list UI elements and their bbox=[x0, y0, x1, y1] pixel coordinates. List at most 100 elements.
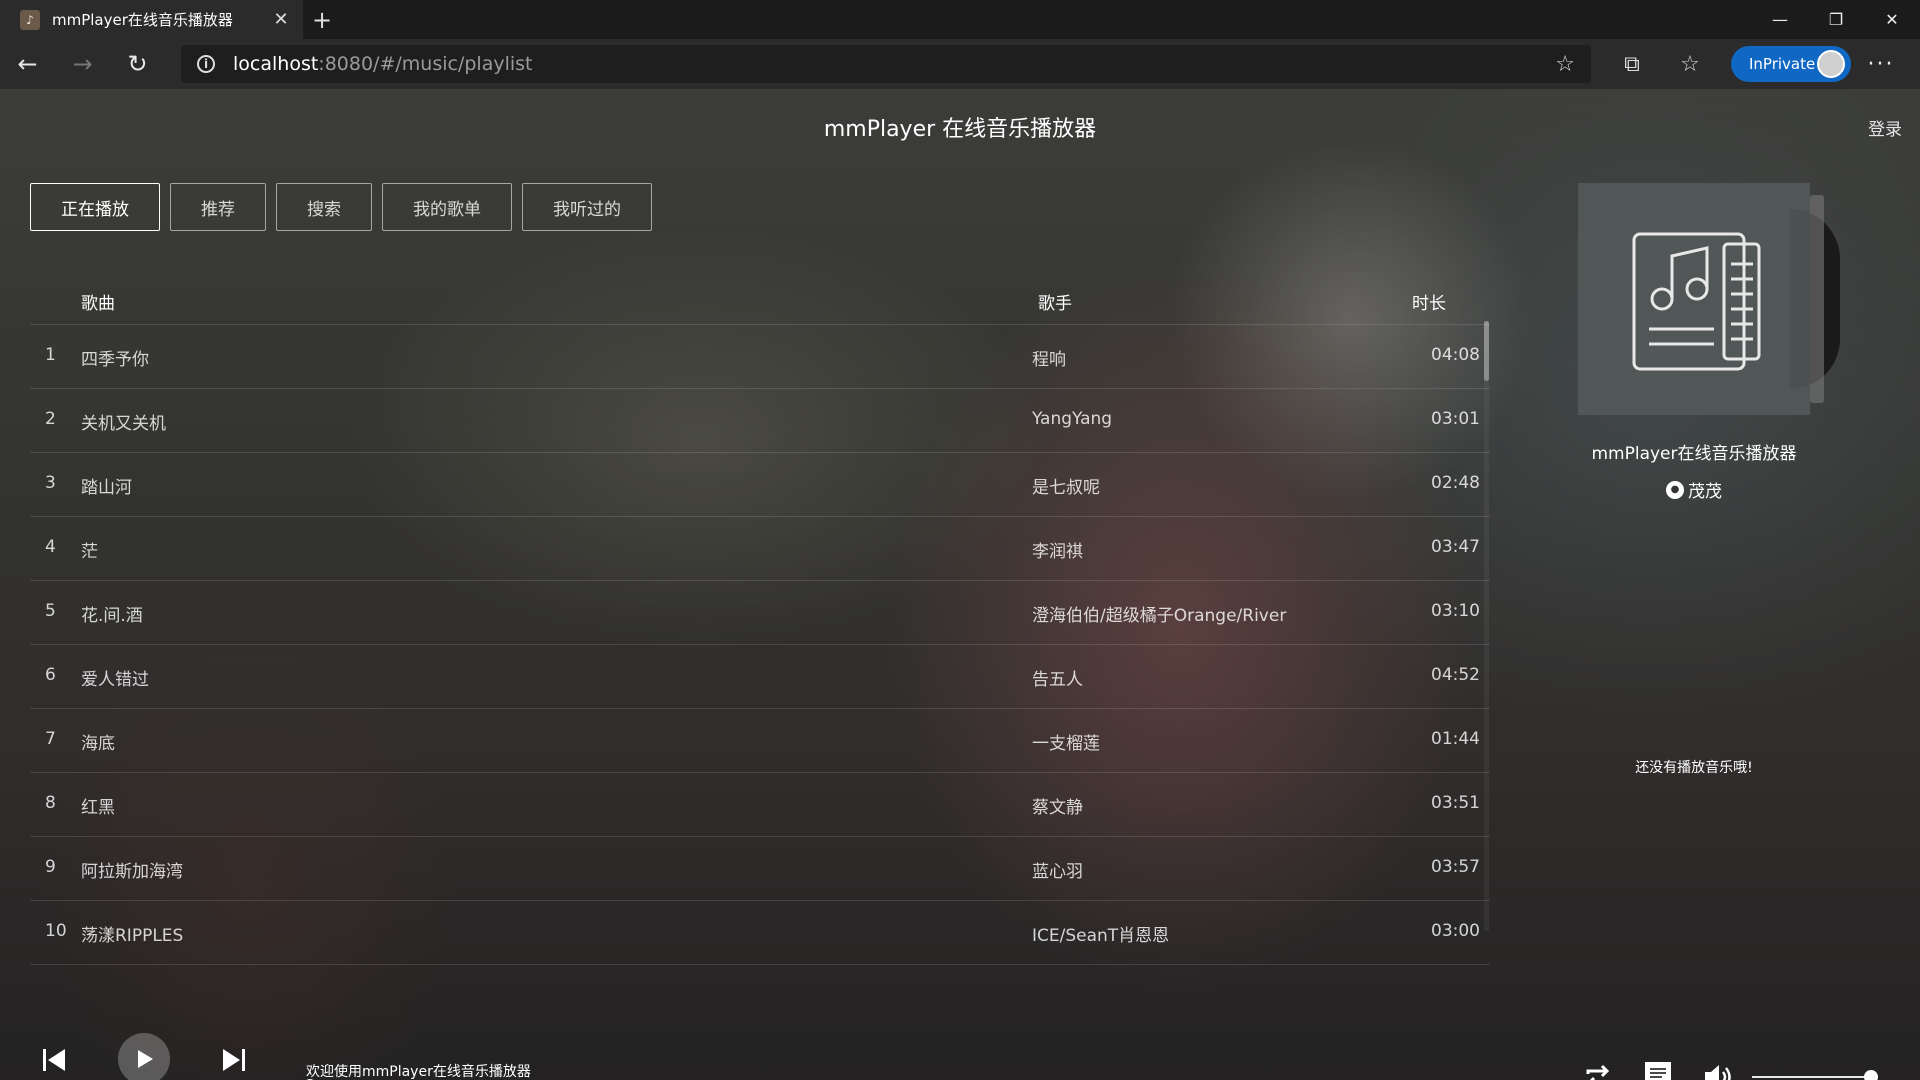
tab-search[interactable]: 搜索 bbox=[276, 183, 372, 231]
site-info-icon[interactable]: i bbox=[197, 55, 215, 73]
login-link[interactable]: 登录 bbox=[1868, 115, 1902, 140]
forward-button[interactable]: → bbox=[55, 39, 110, 89]
song-name: 爱人错过 bbox=[81, 670, 149, 690]
new-tab-button[interactable]: + bbox=[303, 0, 341, 39]
close-window-icon[interactable]: ✕ bbox=[1864, 0, 1920, 39]
volume-slider[interactable] bbox=[1752, 1070, 1878, 1080]
singer-name: YangYang bbox=[1032, 409, 1113, 429]
site-favicon-icon: ♪ bbox=[20, 9, 40, 30]
no-music-message: 还没有播放音乐哦! bbox=[1635, 760, 1753, 776]
song-name: 阿拉斯加海湾 bbox=[81, 862, 183, 882]
inprivate-label: InPrivate bbox=[1749, 55, 1816, 73]
column-duration: 时长 bbox=[1412, 294, 1446, 314]
song-duration: 03:51 bbox=[1431, 793, 1480, 813]
playlist-header: 歌曲 歌手 时长 bbox=[30, 273, 1490, 325]
table-row[interactable]: 10 荡漾RIPPLES ICE/SeanT肖恩恩 03:00 bbox=[30, 901, 1490, 965]
singer-name: 一支榴莲 bbox=[1032, 734, 1100, 754]
singer-name: 李润祺 bbox=[1032, 542, 1083, 562]
song-name: 荡漾RIPPLES bbox=[81, 926, 184, 946]
singer-name: 澄海伯伯/超级橘子Orange/River bbox=[1032, 606, 1287, 626]
table-row[interactable]: 5 花.间.酒 澄海伯伯/超级橘子Orange/River 03:10 bbox=[30, 581, 1490, 645]
browser-toolbar: ← → ↻ i localhost:8080/#/music/playlist … bbox=[0, 39, 1920, 89]
singer-name: 是七叔呢 bbox=[1032, 478, 1100, 498]
song-name: 踏山河 bbox=[81, 478, 132, 498]
address-input[interactable]: i localhost:8080/#/music/playlist ☆ bbox=[181, 45, 1591, 83]
table-row[interactable]: 7 海底 一支榴莲 01:44 bbox=[30, 709, 1490, 773]
profile-avatar bbox=[1817, 50, 1845, 78]
cover-edge bbox=[1810, 195, 1824, 403]
playlist: 1 四季予你 程响 04:08 2 关机又关机 YangYang 03:01 3 踏山河 是七叔呢 0… bbox=[30, 325, 1490, 965]
song-duration: 02:48 bbox=[1431, 473, 1480, 493]
song-index: 3 bbox=[45, 473, 56, 493]
song-name: 花.间.酒 bbox=[81, 606, 143, 626]
singer-name: ICE/SeanT肖恩恩 bbox=[1032, 926, 1170, 946]
song-name: 红黑 bbox=[81, 798, 115, 818]
more-menu-icon[interactable]: ··· bbox=[1851, 39, 1911, 89]
tab-recommend[interactable]: 推荐 bbox=[170, 183, 266, 231]
tab-my-playlist[interactable]: 我的歌单 bbox=[382, 183, 512, 231]
browser-tabbar: ♪ mmPlayer在线音乐播放器 ✕ + — ❐ ✕ bbox=[0, 0, 1920, 39]
close-tab-icon[interactable]: ✕ bbox=[272, 9, 290, 30]
song-index: 5 bbox=[45, 601, 56, 621]
volume-handle[interactable] bbox=[1864, 1070, 1878, 1080]
table-row[interactable]: 6 爱人错过 告五人 04:52 bbox=[30, 645, 1490, 709]
sidebar-app-name: mmPlayer在线音乐播放器 bbox=[1591, 444, 1797, 464]
minimize-icon[interactable]: — bbox=[1752, 0, 1808, 39]
album-cover bbox=[1578, 183, 1810, 415]
table-row[interactable]: 3 踏山河 是七叔呢 02:48 bbox=[30, 453, 1490, 517]
table-row[interactable]: 2 关机又关机 YangYang 03:01 bbox=[30, 389, 1490, 453]
singer-name: 蔡文静 bbox=[1032, 798, 1083, 818]
volume-icon[interactable] bbox=[1700, 1059, 1736, 1080]
song-index: 8 bbox=[45, 793, 56, 813]
song-index: 1 bbox=[45, 345, 56, 365]
song-index: 10 bbox=[45, 921, 67, 941]
refresh-button[interactable]: ↻ bbox=[110, 39, 165, 89]
song-name: 关机又关机 bbox=[81, 414, 166, 434]
song-duration: 03:47 bbox=[1431, 537, 1480, 557]
song-duration: 03:10 bbox=[1431, 601, 1480, 621]
song-duration: 03:01 bbox=[1431, 409, 1480, 429]
table-row[interactable]: 4 茫 李润祺 03:47 bbox=[30, 517, 1490, 581]
nav-tabs: 正在播放 推荐 搜索 我的歌单 我听过的 bbox=[30, 183, 652, 231]
song-index: 4 bbox=[45, 537, 56, 557]
browser-tab[interactable]: ♪ mmPlayer在线音乐播放器 ✕ bbox=[0, 0, 303, 39]
song-duration: 04:52 bbox=[1431, 665, 1480, 685]
url-host: localhost bbox=[233, 53, 319, 75]
song-index: 7 bbox=[45, 729, 56, 749]
window-controls: — ❐ ✕ bbox=[1752, 0, 1920, 39]
author-link[interactable]: ● 茂茂 bbox=[1578, 477, 1810, 502]
github-icon: ● bbox=[1666, 480, 1684, 499]
tab-now-playing[interactable]: 正在播放 bbox=[30, 183, 160, 231]
collections-icon[interactable]: ⧉ bbox=[1603, 39, 1661, 89]
singer-name: 告五人 bbox=[1032, 670, 1083, 690]
loop-mode-icon[interactable] bbox=[1580, 1059, 1616, 1080]
song-index: 6 bbox=[45, 665, 56, 685]
favorite-star-icon[interactable]: ☆ bbox=[1555, 52, 1575, 77]
song-duration: 01:44 bbox=[1431, 729, 1480, 749]
singer-name: 蓝心羽 bbox=[1032, 862, 1083, 882]
now-playing-text: 欢迎使用mmPlayer在线音乐播放器 bbox=[306, 1064, 531, 1080]
song-duration: 03:00 bbox=[1431, 921, 1480, 941]
table-row[interactable]: 9 阿拉斯加海湾 蓝心羽 03:57 bbox=[30, 837, 1490, 901]
next-icon[interactable] bbox=[218, 1044, 250, 1076]
play-button[interactable] bbox=[118, 1033, 170, 1080]
column-song: 歌曲 bbox=[81, 294, 115, 314]
restore-icon[interactable]: ❐ bbox=[1808, 0, 1864, 39]
favorites-icon[interactable]: ☆ bbox=[1661, 39, 1719, 89]
column-singer: 歌手 bbox=[1038, 294, 1072, 314]
table-row[interactable]: 8 红黑 蔡文静 03:51 bbox=[30, 773, 1490, 837]
tab-history[interactable]: 我听过的 bbox=[522, 183, 652, 231]
previous-icon[interactable] bbox=[38, 1044, 70, 1076]
scrollbar-thumb[interactable] bbox=[1484, 321, 1489, 381]
inprivate-badge[interactable]: InPrivate bbox=[1731, 46, 1851, 82]
song-duration: 04:08 bbox=[1431, 345, 1480, 365]
song-index: 9 bbox=[45, 857, 56, 877]
playlist-scrollbar[interactable] bbox=[1484, 321, 1489, 931]
song-name: 茫 bbox=[81, 542, 98, 562]
back-button[interactable]: ← bbox=[0, 39, 55, 89]
song-name: 海底 bbox=[81, 734, 115, 754]
url-path: :8080/#/music/playlist bbox=[318, 53, 533, 75]
table-row[interactable]: 1 四季予你 程响 04:08 bbox=[30, 325, 1490, 389]
singer-name: 程响 bbox=[1032, 350, 1066, 370]
lyrics-icon[interactable] bbox=[1640, 1057, 1676, 1080]
